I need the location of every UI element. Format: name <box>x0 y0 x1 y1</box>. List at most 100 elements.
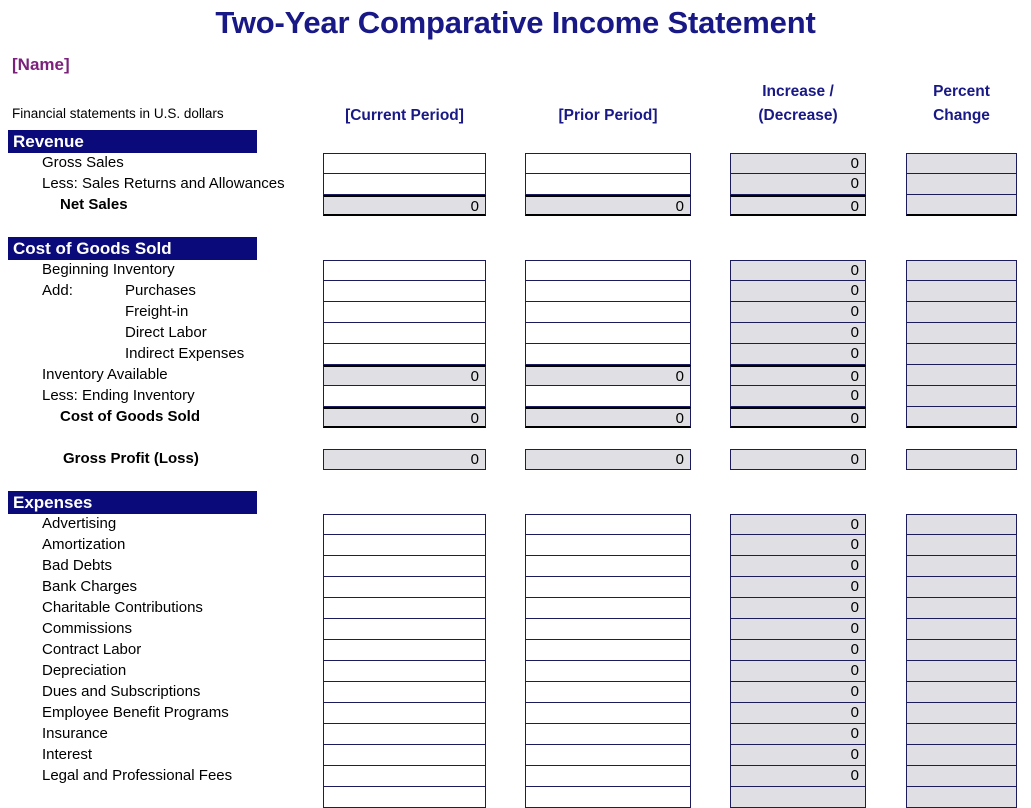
cell-prior[interactable]: 0 <box>525 407 691 428</box>
cell-current[interactable] <box>323 302 486 323</box>
row-label: Cost of Goods Sold <box>60 408 200 425</box>
row-label: Advertising <box>42 515 117 532</box>
table-row: Beginning Inventory 0 <box>0 260 1031 281</box>
cell-prior[interactable] <box>525 619 691 640</box>
cell-prior[interactable] <box>525 703 691 724</box>
section-header-cogs: Cost of Goods Sold <box>8 237 257 260</box>
cell-percent <box>906 556 1017 577</box>
cell-current[interactable] <box>323 661 486 682</box>
cell-prior[interactable] <box>525 386 691 407</box>
cell-current[interactable] <box>323 787 486 808</box>
cell-increase: 0 <box>730 619 866 640</box>
table-row: Amortization 0 <box>0 535 1031 556</box>
cell-current[interactable] <box>323 153 486 174</box>
column-headers: [Current Period] [Prior Period] Increase… <box>0 78 1031 130</box>
cell-increase: 0 <box>730 302 866 323</box>
cell-current[interactable] <box>323 640 486 661</box>
row-label: Amortization <box>42 536 126 553</box>
cell-prior[interactable] <box>525 260 691 281</box>
cell-prior[interactable] <box>525 682 691 703</box>
cell-increase: 0 <box>730 281 866 302</box>
cell-current[interactable] <box>323 682 486 703</box>
cell-prior[interactable] <box>525 344 691 365</box>
cell-prior[interactable] <box>525 153 691 174</box>
cell-current[interactable] <box>323 724 486 745</box>
cell-prior[interactable]: 0 <box>525 365 691 386</box>
cell-current[interactable] <box>323 281 486 302</box>
cell-prior[interactable] <box>525 281 691 302</box>
cell-current[interactable] <box>323 344 486 365</box>
cell-current[interactable] <box>323 260 486 281</box>
cell-percent <box>906 682 1017 703</box>
cell-prior[interactable] <box>525 598 691 619</box>
cell-prior[interactable] <box>525 323 691 344</box>
cell-current[interactable] <box>323 703 486 724</box>
cell-increase: 0 <box>730 407 866 428</box>
cell-increase: 0 <box>730 514 866 535</box>
cell-prior[interactable] <box>525 577 691 598</box>
cell-increase: 0 <box>730 174 866 195</box>
cell-current[interactable]: 0 <box>323 449 486 470</box>
cell-percent <box>906 260 1017 281</box>
cell-current[interactable] <box>323 386 486 407</box>
cell-percent <box>906 174 1017 195</box>
cell-current[interactable]: 0 <box>323 195 486 216</box>
company-name-placeholder[interactable]: [Name] <box>12 55 70 75</box>
cell-current[interactable] <box>323 745 486 766</box>
cell-prior[interactable] <box>525 787 691 808</box>
cell-percent <box>906 344 1017 365</box>
cell-increase: 0 <box>730 365 866 386</box>
cell-prior[interactable] <box>525 724 691 745</box>
cell-prior[interactable] <box>525 514 691 535</box>
row-label: Bank Charges <box>42 578 138 595</box>
cell-prior[interactable] <box>525 766 691 787</box>
cell-prior[interactable] <box>525 745 691 766</box>
cell-percent <box>906 724 1017 745</box>
cell-current[interactable] <box>323 514 486 535</box>
table-row: Interest 0 <box>0 745 1031 766</box>
cell-increase: 0 <box>730 598 866 619</box>
column-header-increase-line2: (Decrease) <box>758 107 838 124</box>
cell-prior[interactable] <box>525 661 691 682</box>
row-sublabel: Direct Labor <box>125 324 207 341</box>
cell-increase: 0 <box>730 449 866 470</box>
cell-prior[interactable]: 0 <box>525 449 691 470</box>
cell-prior[interactable] <box>525 556 691 577</box>
column-header-percent-line1: Percent <box>933 83 990 100</box>
table-row: Inventory Available 0 0 0 <box>0 365 1031 386</box>
row-label: Depreciation <box>42 662 127 679</box>
table-row: Gross Sales 0 <box>0 153 1031 174</box>
cell-current[interactable] <box>323 323 486 344</box>
cell-percent <box>906 302 1017 323</box>
cell-percent <box>906 195 1017 216</box>
cell-prior[interactable] <box>525 640 691 661</box>
cell-increase: 0 <box>730 195 866 216</box>
cell-increase: 0 <box>730 153 866 174</box>
cell-current[interactable] <box>323 766 486 787</box>
table-row: Bank Charges 0 <box>0 577 1031 598</box>
cell-current[interactable] <box>323 577 486 598</box>
row-sublabel: Freight-in <box>125 303 189 320</box>
cell-current[interactable] <box>323 174 486 195</box>
row-sublabel: Purchases <box>125 282 196 299</box>
cell-increase <box>730 787 866 808</box>
cell-percent <box>906 323 1017 344</box>
table-row: Insurance 0 <box>0 724 1031 745</box>
cell-current[interactable]: 0 <box>323 365 486 386</box>
cell-prior[interactable]: 0 <box>525 195 691 216</box>
cell-prior[interactable] <box>525 535 691 556</box>
cell-prior[interactable] <box>525 302 691 323</box>
cell-current[interactable] <box>323 598 486 619</box>
cell-percent <box>906 153 1017 174</box>
cell-current[interactable] <box>323 535 486 556</box>
cell-increase: 0 <box>730 535 866 556</box>
cell-current[interactable]: 0 <box>323 407 486 428</box>
cell-prior[interactable] <box>525 174 691 195</box>
cell-current[interactable] <box>323 556 486 577</box>
cell-percent <box>906 281 1017 302</box>
income-statement-sheet: Revenue Gross Sales 0 Less: Sales Returns a… <box>0 130 1031 808</box>
cell-current[interactable] <box>323 619 486 640</box>
cell-increase: 0 <box>730 682 866 703</box>
